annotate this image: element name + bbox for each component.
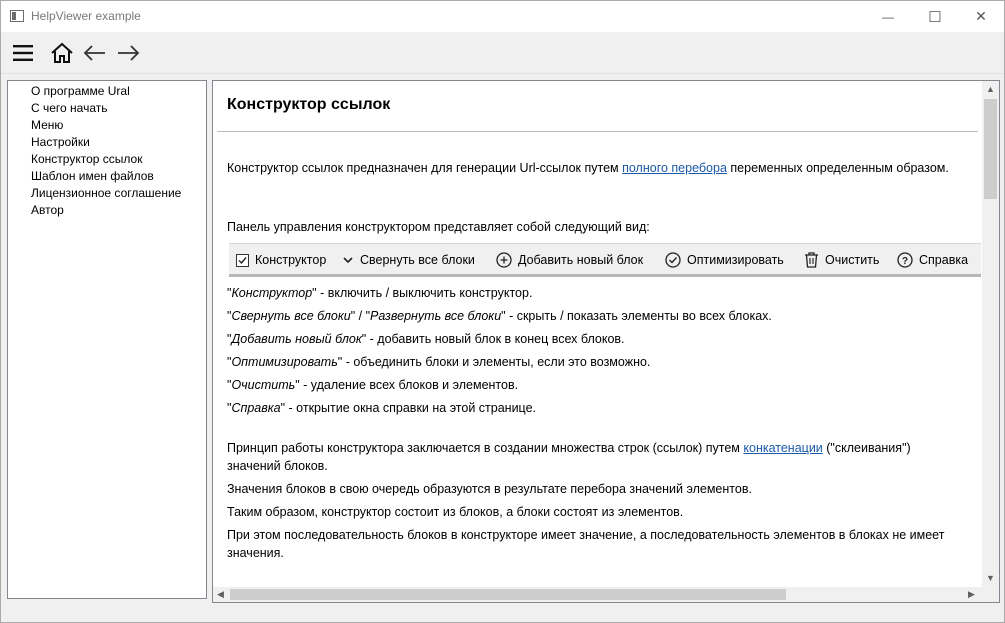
toc-item-menu[interactable]: Меню [8, 117, 206, 134]
desc-text: " - включить / выключить конструктор. [312, 286, 533, 300]
desc-optimize: "Оптимизировать" - объединить блоки и эл… [227, 354, 972, 372]
hamburger-menu-icon [13, 45, 33, 61]
principle-text: Принцип работы конструктора заключается … [227, 441, 744, 455]
close-icon: ✕ [975, 8, 987, 24]
arrow-left-icon [83, 45, 105, 61]
concatenation-link[interactable]: конкатенации [743, 441, 822, 455]
question-circle-icon: ? [897, 252, 913, 268]
app-window: HelpViewer example — ☐ ✕ О программе Ura… [0, 0, 1005, 623]
panel-clear-label: Очистить [825, 253, 880, 267]
forward-button[interactable] [113, 38, 143, 68]
back-button[interactable] [80, 38, 110, 68]
check-circle-icon [665, 252, 681, 268]
document: Конструктор ссылок Конструктор ссылок пр… [213, 81, 982, 587]
panel-help: ? Справка [897, 250, 968, 270]
home-button[interactable] [47, 38, 77, 68]
constructor-panel-image: Конструктор Свернуть все блоки Добавить … [229, 243, 981, 277]
desc-text: " - открытие окна справки на этой страни… [280, 401, 536, 415]
panel-collapse: Свернуть все блоки [342, 250, 475, 270]
plus-circle-icon [496, 252, 512, 268]
panel-clear: Очистить [804, 250, 879, 270]
desc-separator: " / " [350, 309, 371, 323]
minimize-icon: — [882, 9, 894, 24]
panel-collapse-label: Свернуть все блоки [360, 253, 475, 267]
panel-optimize: Оптимизировать [665, 250, 784, 270]
desc-term: Свернуть все блоки [231, 309, 351, 323]
maximize-button[interactable]: ☐ [912, 1, 958, 32]
desc-collapse: "Свернуть все блоки" / "Развернуть все б… [227, 308, 972, 326]
scroll-left-icon[interactable]: ◀ [217, 590, 224, 599]
desc-term: Справка [231, 401, 281, 415]
scroll-up-icon[interactable]: ▲ [986, 85, 995, 94]
checkbox-checked-icon [236, 253, 249, 267]
toc-item-settings[interactable]: Настройки [8, 134, 206, 151]
maximize-icon: ☐ [928, 8, 942, 26]
toc-list: О программе Ural С чего начать Меню Наст… [8, 81, 206, 219]
title-bar: HelpViewer example — ☐ ✕ [1, 1, 1004, 32]
svg-text:?: ? [902, 256, 908, 267]
page-title: Конструктор ссылок [227, 96, 391, 113]
desc-help: "Справка" - открытие окна справки на это… [227, 400, 972, 418]
structure-paragraph: Таким образом, конструктор состоит из бл… [227, 505, 684, 519]
desc-text: " - добавить новый блок в конец всех бло… [361, 332, 625, 346]
minimize-button[interactable]: — [865, 1, 911, 32]
horizontal-scroll-thumb[interactable] [230, 589, 786, 600]
toolbar [1, 32, 1004, 74]
intro-text-end: переменных определенным образом. [726, 161, 949, 175]
panel-constructor-label: Конструктор [255, 253, 327, 267]
help-content-view: Конструктор ссылок Конструктор ссылок пр… [212, 80, 1000, 603]
panel-add-block-label: Добавить новый блок [518, 253, 644, 267]
desc-term: Конструктор [231, 286, 313, 300]
full-enumeration-link[interactable]: полного перебора [622, 161, 727, 175]
panel-intro: Панель управления конструктором представ… [227, 220, 650, 234]
arrow-right-icon [118, 45, 140, 61]
desc-text: " - объединить блоки и элементы, если эт… [337, 355, 651, 369]
menu-button[interactable] [8, 38, 38, 68]
blocks-paragraph: Значения блоков в свою очередь образуютс… [227, 482, 752, 496]
panel-help-label: Справка [919, 253, 969, 267]
desc-text: " - скрыть / показать элементы во всех б… [501, 309, 772, 323]
scroll-down-icon[interactable]: ▼ [986, 574, 995, 583]
panel-constructor: Конструктор [236, 250, 326, 270]
panel-optimize-label: Оптимизировать [687, 253, 784, 267]
intro-text: Конструктор ссылок предназначен для гене… [227, 161, 623, 175]
desc-text: " - удаление всех блоков и элементов. [295, 378, 519, 392]
title-divider [217, 131, 978, 132]
toc-item-filename-template[interactable]: Шаблон имен файлов [8, 168, 206, 185]
toc-item-getting-started[interactable]: С чего начать [8, 100, 206, 117]
window-title: HelpViewer example [31, 9, 141, 23]
home-icon [51, 42, 73, 63]
toc-item-author[interactable]: Автор [8, 202, 206, 219]
scrollbar-corner [982, 587, 999, 602]
desc-term-2: Развернуть все блоки [370, 309, 502, 323]
horizontal-scrollbar[interactable]: ◀ ▶ [213, 587, 982, 602]
scroll-right-icon[interactable]: ▶ [968, 590, 975, 599]
toc-item-license[interactable]: Лицензионное соглашение [8, 185, 206, 202]
trash-icon [805, 252, 818, 268]
app-icon [10, 10, 24, 22]
desc-term: Оптимизировать [231, 355, 338, 369]
desc-term: Очистить [231, 378, 296, 392]
vertical-scrollbar[interactable]: ▲ ▼ [982, 81, 999, 587]
desc-clear: "Очистить" - удаление всех блоков и элем… [227, 377, 972, 395]
principle-paragraph: Принцип работы конструктора заключается … [227, 440, 967, 475]
desc-constructor: "Конструктор" - включить / выключить кон… [227, 285, 972, 303]
toc-sidebar: О программе Ural С чего начать Меню Наст… [7, 80, 207, 599]
intro-paragraph: Конструктор ссылок предназначен для гене… [227, 160, 972, 178]
desc-term: Добавить новый блок [231, 332, 362, 346]
toc-item-about[interactable]: О программе Ural [8, 83, 206, 100]
order-paragraph: При этом последовательность блоков в кон… [227, 528, 945, 560]
close-button[interactable]: ✕ [958, 1, 1004, 32]
panel-add-block: Добавить новый блок [496, 250, 643, 270]
vertical-scroll-thumb[interactable] [984, 99, 997, 199]
toc-item-link-constructor[interactable]: Конструктор ссылок [8, 151, 206, 168]
desc-add-block: "Добавить новый блок" - добавить новый б… [227, 331, 972, 349]
chevron-down-icon [343, 257, 353, 264]
